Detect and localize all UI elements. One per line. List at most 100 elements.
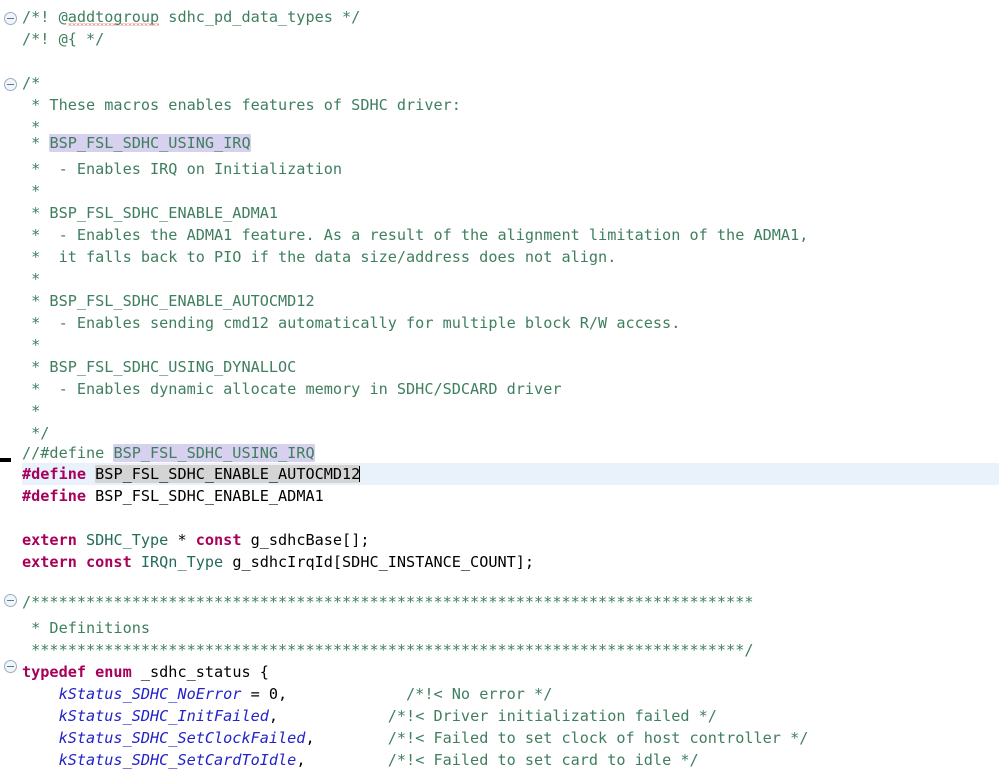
code-line[interactable]: * BSP_FSL_SDHC_USING_IRQ — [0, 132, 999, 154]
fold-collapse-icon[interactable] — [4, 12, 17, 25]
code-token: * These macros enables features of SDHC … — [22, 96, 461, 114]
code-line[interactable]: */ — [0, 422, 999, 444]
code-line[interactable]: #define BSP_FSL_SDHC_ENABLE_AUTOCMD12 — [0, 463, 999, 485]
code-line-text[interactable]: /***************************************… — [0, 591, 754, 613]
code-line[interactable]: kStatus_SDHC_NoError = 0, /*!< No error … — [0, 683, 999, 705]
code-line[interactable]: * These macros enables features of SDHC … — [0, 94, 999, 116]
code-line[interactable]: /***************************************… — [0, 591, 999, 613]
code-token: * BSP_FSL_SDHC_USING_DYNALLOC — [22, 358, 297, 376]
code-token: /*!< Driver initialization failed */ — [278, 707, 717, 725]
code-line-text[interactable]: * BSP_FSL_SDHC_ENABLE_AUTOCMD12 — [0, 290, 314, 312]
code-line[interactable]: * BSP_FSL_SDHC_ENABLE_ADMA1 — [0, 202, 999, 224]
code-token: * — [22, 336, 41, 354]
code-line-text[interactable]: * BSP_FSL_SDHC_ENABLE_ADMA1 — [0, 202, 278, 224]
fold-collapse-icon[interactable] — [4, 78, 17, 91]
code-line-text[interactable]: * - Enables sending cmd12 automatically … — [0, 312, 680, 334]
code-line-text[interactable]: #define BSP_FSL_SDHC_ENABLE_ADMA1 — [0, 485, 324, 507]
code-line[interactable]: /*! @{ */ — [0, 28, 999, 50]
code-line-text[interactable]: * - Enables dynamic allocate memory in S… — [0, 378, 561, 400]
code-line-text[interactable]: * - Enables IRQ on Initialization — [0, 158, 342, 180]
code-line[interactable]: * — [0, 400, 999, 422]
code-token: * — [22, 134, 50, 152]
code-line-text[interactable]: #define BSP_FSL_SDHC_ENABLE_AUTOCMD12 — [0, 463, 361, 485]
code-token: /* — [22, 74, 41, 92]
code-token: extern — [22, 531, 87, 549]
code-token: * Definitions — [22, 619, 151, 637]
code-token: , — [268, 707, 279, 725]
code-token: typedef enum — [22, 663, 132, 681]
code-token: BSP_FSL_SDHC_ENABLE_ADMA1 — [95, 487, 324, 505]
code-line-text[interactable]: * These macros enables features of SDHC … — [0, 94, 461, 116]
spellcheck-underlined-word[interactable]: addtogroup — [67, 8, 160, 26]
folding-gutter[interactable] — [0, 0, 22, 764]
code-line[interactable] — [0, 50, 999, 72]
code-line[interactable]: #define BSP_FSL_SDHC_ENABLE_ADMA1 — [0, 485, 999, 507]
code-token: /*!< No error */ — [287, 685, 553, 703]
code-line[interactable]: typedef enum _sdhc_status { — [0, 661, 999, 683]
code-line-text[interactable]: * it falls back to PIO if the data size/… — [0, 246, 616, 268]
code-token: * - Enables sending cmd12 automatically … — [22, 314, 681, 332]
code-editor[interactable]: /*! @addtogroup sdhc_pd_data_types *//*!… — [0, 0, 999, 769]
code-token: kStatus_SDHC_NoError — [22, 685, 242, 703]
code-line[interactable]: /* — [0, 72, 999, 94]
code-line[interactable]: * — [0, 334, 999, 356]
code-line-text[interactable]: kStatus_SDHC_SetCardToIdle, /*!< Failed … — [0, 749, 699, 771]
code-token: * — [168, 531, 196, 549]
code-token: extern const — [22, 553, 141, 571]
search-match-highlight-token[interactable]: BSP_FSL_SDHC_USING_IRQ — [49, 134, 251, 152]
code-text-layer[interactable]: /*! @addtogroup sdhc_pd_data_types *//*!… — [0, 0, 999, 769]
search-match-highlight-token[interactable]: BSP_FSL_SDHC_USING_IRQ — [113, 444, 315, 462]
code-token: /*! @ — [22, 8, 68, 26]
code-line-text[interactable]: /*! @addtogroup sdhc_pd_data_types */ — [0, 6, 360, 28]
code-line-text[interactable]: kStatus_SDHC_InitFailed, /*!< Driver ini… — [0, 705, 717, 727]
code-token: kStatus_SDHC_InitFailed — [22, 707, 269, 725]
occurrence-highlight-token[interactable]: BSP_FSL_SDHC_ENABLE_AUTOCMD12 — [95, 465, 361, 483]
code-line[interactable]: ****************************************… — [0, 639, 999, 661]
code-line-text[interactable]: * BSP_FSL_SDHC_USING_IRQ — [0, 132, 251, 154]
change-deleted-marker-icon[interactable] — [0, 458, 11, 462]
code-token: kStatus_SDHC_SetCardToIdle — [22, 751, 297, 769]
code-token: /*! @{ */ — [22, 30, 105, 48]
code-line[interactable]: kStatus_SDHC_SetCardToIdle, /*!< Failed … — [0, 749, 999, 771]
code-line[interactable]: //#define BSP_FSL_SDHC_USING_IRQ — [0, 442, 999, 464]
code-token: * BSP_FSL_SDHC_ENABLE_ADMA1 — [22, 204, 279, 222]
code-token: g_sdhcBase[]; — [241, 531, 370, 549]
code-line[interactable]: * — [0, 268, 999, 290]
code-line-text[interactable]: * - Enables the ADMA1 feature. As a resu… — [0, 224, 808, 246]
code-line[interactable]: extern const IRQn_Type g_sdhcIrqId[SDHC_… — [0, 551, 999, 573]
code-token: * — [22, 402, 41, 420]
code-line[interactable]: * — [0, 180, 999, 202]
code-token: sdhc_pd_data_types */ — [159, 8, 361, 26]
code-line-text[interactable]: * Definitions — [0, 617, 150, 639]
code-line[interactable]: extern SDHC_Type * const g_sdhcBase[]; — [0, 529, 999, 551]
fold-collapse-icon[interactable] — [4, 660, 17, 673]
code-line-text[interactable]: extern const IRQn_Type g_sdhcIrqId[SDHC_… — [0, 551, 534, 573]
code-line[interactable]: /*! @addtogroup sdhc_pd_data_types */ — [0, 6, 999, 28]
code-token: * - Enables IRQ on Initialization — [22, 160, 343, 178]
code-token: //#define — [22, 444, 114, 462]
code-token: * — [22, 182, 41, 200]
code-line-text[interactable]: //#define BSP_FSL_SDHC_USING_IRQ — [0, 442, 315, 464]
fold-collapse-icon[interactable] — [4, 594, 17, 607]
code-line[interactable]: * - Enables the ADMA1 feature. As a resu… — [0, 224, 999, 246]
code-token: * it falls back to PIO if the data size/… — [22, 248, 617, 266]
code-line[interactable]: * BSP_FSL_SDHC_USING_DYNALLOC — [0, 356, 999, 378]
code-line[interactable] — [0, 507, 999, 529]
code-line-text[interactable]: extern SDHC_Type * const g_sdhcBase[]; — [0, 529, 369, 551]
code-line[interactable]: kStatus_SDHC_InitFailed, /*!< Driver ini… — [0, 705, 999, 727]
code-line[interactable]: * BSP_FSL_SDHC_ENABLE_AUTOCMD12 — [0, 290, 999, 312]
code-line[interactable]: kStatus_SDHC_SetClockFailed, /*!< Failed… — [0, 727, 999, 749]
code-line[interactable]: * - Enables IRQ on Initialization — [0, 158, 999, 180]
code-line-text[interactable]: kStatus_SDHC_NoError = 0, /*!< No error … — [0, 683, 553, 705]
code-token: /*!< Failed to set clock of host control… — [314, 729, 809, 747]
code-line[interactable]: * Definitions — [0, 617, 999, 639]
code-line-text[interactable]: ****************************************… — [0, 639, 753, 661]
code-token: kStatus_SDHC_SetClockFailed — [22, 729, 306, 747]
code-line-text[interactable]: kStatus_SDHC_SetClockFailed, /*!< Failed… — [0, 727, 809, 749]
code-token: /*!< Failed to set card to idle */ — [305, 751, 699, 769]
code-line-text[interactable]: * BSP_FSL_SDHC_USING_DYNALLOC — [0, 356, 296, 378]
code-line-text[interactable]: typedef enum _sdhc_status { — [0, 661, 269, 683]
code-line[interactable]: * - Enables dynamic allocate memory in S… — [0, 378, 999, 400]
code-line[interactable]: * it falls back to PIO if the data size/… — [0, 246, 999, 268]
code-line[interactable]: * - Enables sending cmd12 automatically … — [0, 312, 999, 334]
